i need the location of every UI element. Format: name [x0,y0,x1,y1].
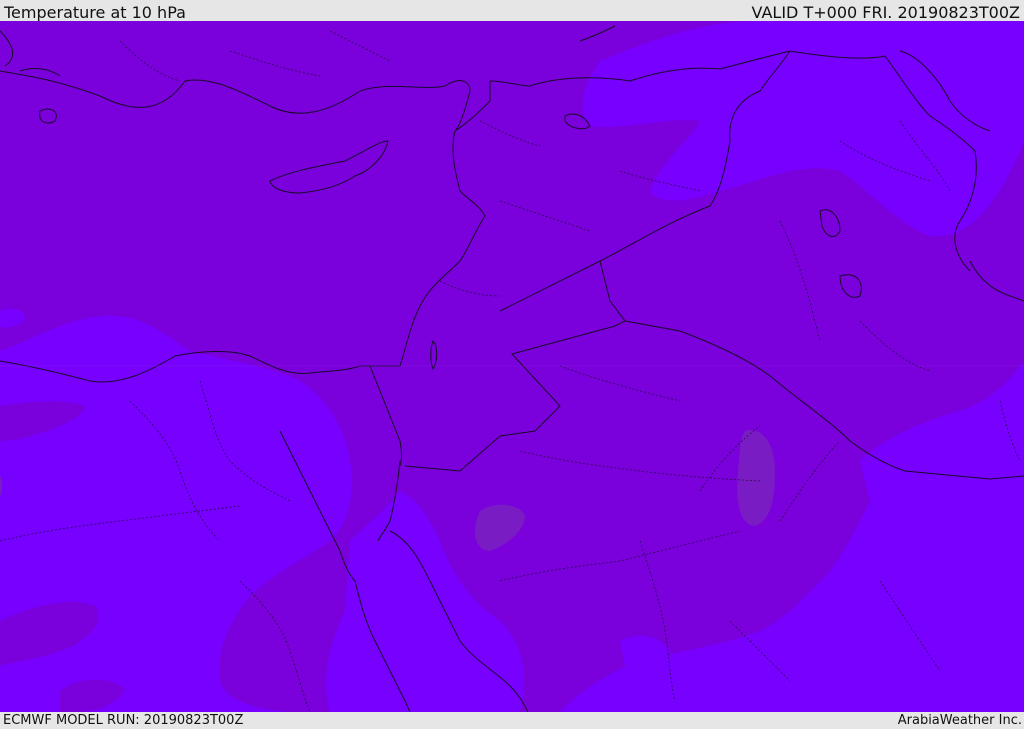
map-canvas [0,21,1024,712]
credit-label: ArabiaWeather Inc. [897,713,1022,728]
map-title: Temperature at 10 hPa [4,3,186,22]
valid-time-label: VALID T+000 FRI. 20190823T00Z [751,3,1020,22]
map-svg [0,21,1024,712]
footer-bar: ECMWF MODEL RUN: 20190823T00Z ArabiaWeat… [0,712,1024,729]
weather-map-frame: Temperature at 10 hPa VALID T+000 FRI. 2… [0,0,1024,729]
model-run-label: ECMWF MODEL RUN: 20190823T00Z [3,713,244,728]
header-bar: Temperature at 10 hPa VALID T+000 FRI. 2… [0,0,1024,21]
